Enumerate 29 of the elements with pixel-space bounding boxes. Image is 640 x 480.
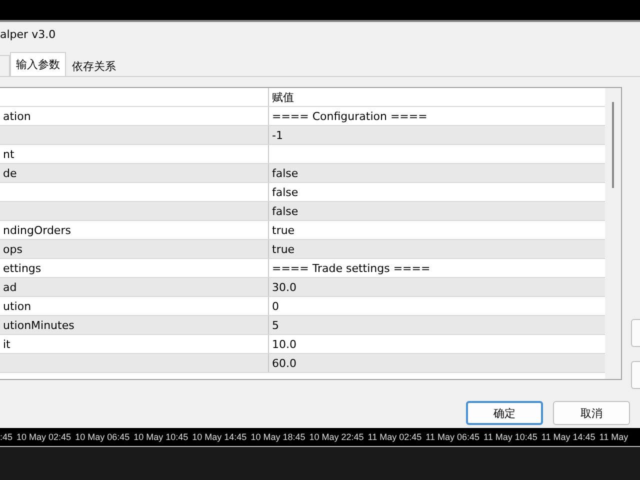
table-cell-text: utionMinutes xyxy=(2,318,76,334)
table-cell-text: de xyxy=(2,166,18,182)
time-label: 10 May 10:45 xyxy=(134,432,188,442)
time-label: 11 May xyxy=(599,432,628,442)
time-label: 10 May 14:45 xyxy=(192,432,247,442)
time-label: 11 May 06:45 xyxy=(426,432,480,442)
window-title: alper v3.0 xyxy=(0,27,57,44)
tab[interactable]: 输入参数 xyxy=(10,52,66,76)
table-cell-text: ndingOrders xyxy=(2,222,72,239)
time-label: 11 May 14:45 xyxy=(541,432,596,442)
scrollbar[interactable] xyxy=(605,88,621,380)
table-cell-text: ation xyxy=(2,108,32,125)
side-button[interactable] xyxy=(631,319,640,348)
time-label: 10 May 18:45 xyxy=(250,432,306,442)
table-cell-text: ad xyxy=(2,280,18,296)
table-cell-text: ution xyxy=(2,298,32,315)
table-cell-text: nt xyxy=(2,146,16,163)
cancel-button[interactable]: 取消 xyxy=(553,401,630,426)
ok-button[interactable]: 确定 xyxy=(466,401,543,426)
time-label: 11 May 10:45 xyxy=(484,432,538,442)
time-label: 10 May 06:45 xyxy=(75,432,130,442)
table-cell-text: ops xyxy=(2,242,24,258)
time-label: 10 May 22:45 xyxy=(309,432,364,442)
side-button[interactable] xyxy=(631,361,640,390)
table-cell-text: ettings xyxy=(2,260,42,277)
time-label: :45 xyxy=(0,432,13,442)
time-label: 11 May 02:45 xyxy=(368,432,422,442)
time-label: 10 May 02:45 xyxy=(16,432,72,442)
table-cell-text: it xyxy=(2,336,12,353)
